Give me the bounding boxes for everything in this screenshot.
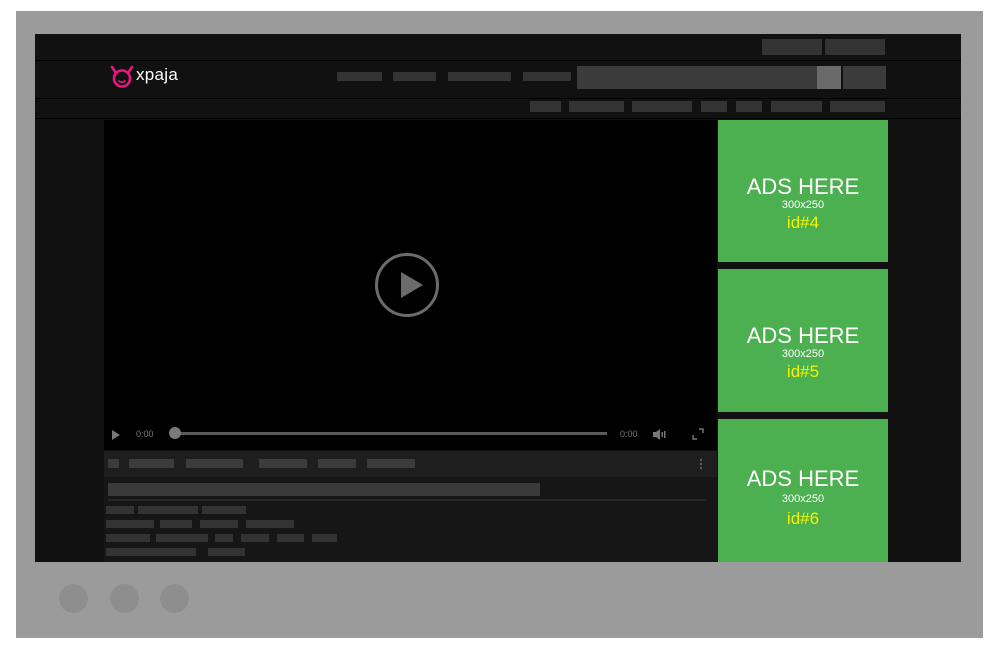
meta-tag[interactable] [138, 506, 198, 514]
meta-tag[interactable] [246, 520, 294, 528]
subnav-item-4[interactable] [701, 101, 727, 112]
nav-item-3[interactable] [448, 72, 511, 81]
subnav-item-6[interactable] [771, 101, 822, 112]
ad-title: ADS HERE [746, 323, 860, 348]
subnav-item-3[interactable] [632, 101, 692, 112]
device-button [110, 584, 139, 613]
ad-id: id#5 [786, 362, 820, 381]
action-item-1[interactable] [108, 459, 119, 468]
action-item-6[interactable] [367, 459, 415, 468]
devil-face-icon [110, 65, 134, 88]
subnav-item-5[interactable] [736, 101, 762, 112]
duration-time: 0:00 [620, 429, 638, 439]
current-time: 0:00 [136, 429, 154, 439]
upload-button[interactable] [843, 66, 886, 89]
small-play-icon[interactable] [111, 430, 121, 440]
meta-tag[interactable] [106, 506, 134, 514]
meta-tag[interactable] [215, 534, 233, 542]
subnav-item-7[interactable] [830, 101, 885, 112]
action-item-2[interactable] [129, 459, 174, 468]
ad-slot-5[interactable]: ADS HERE 300x250 id#5 [718, 269, 888, 412]
meta-tag[interactable] [312, 534, 337, 542]
device-button [59, 584, 88, 613]
info-divider [108, 499, 707, 501]
nav-item-1[interactable] [337, 72, 382, 81]
meta-tag[interactable] [106, 520, 154, 528]
ad-size: 300x250 [781, 199, 825, 211]
site-logo[interactable]: xpaja [109, 64, 199, 90]
more-options-icon[interactable] [699, 458, 703, 470]
nav-item-4[interactable] [523, 72, 571, 81]
search-input[interactable] [577, 66, 818, 89]
meta-tag[interactable] [106, 534, 150, 542]
ad-id: id#6 [786, 509, 820, 528]
ad-size: 300x250 [781, 493, 825, 505]
search-button[interactable] [817, 66, 841, 89]
play-icon [401, 272, 423, 298]
top-link-login[interactable] [762, 39, 822, 55]
device-button [160, 584, 189, 613]
header-divider [35, 60, 961, 61]
play-button[interactable] [375, 253, 439, 317]
meta-tag[interactable] [241, 534, 269, 542]
meta-tag[interactable] [277, 534, 304, 542]
ad-size: 300x250 [781, 348, 825, 360]
meta-tag[interactable] [106, 548, 196, 556]
ad-id: id#4 [786, 213, 820, 232]
fullscreen-icon[interactable] [692, 428, 704, 440]
video-title-placeholder [108, 483, 540, 496]
browser-screen: xpaja 0:00 0:00 ADS HERE 300x250 id#4 AD… [35, 34, 961, 562]
meta-tag[interactable] [160, 520, 192, 528]
subnav-item-1[interactable] [530, 101, 561, 112]
meta-tag[interactable] [208, 548, 245, 556]
meta-tag[interactable] [200, 520, 238, 528]
ad-slot-6[interactable]: ADS HERE 300x250 id#6 [718, 419, 888, 562]
nav-divider [35, 98, 961, 99]
subnav-item-2[interactable] [569, 101, 624, 112]
action-item-5[interactable] [318, 459, 356, 468]
action-item-3[interactable] [186, 459, 243, 468]
top-link-signup[interactable] [825, 39, 885, 55]
logo-text: xpaja [136, 65, 179, 84]
meta-tag[interactable] [156, 534, 208, 542]
ad-title: ADS HERE [746, 174, 860, 199]
action-item-4[interactable] [259, 459, 307, 468]
nav-item-2[interactable] [393, 72, 436, 81]
progress-knob[interactable] [169, 427, 181, 439]
ad-slot-4[interactable]: ADS HERE 300x250 id#4 [718, 120, 888, 262]
ad-title: ADS HERE [746, 466, 860, 491]
subnav-divider [35, 118, 961, 119]
progress-track[interactable] [177, 432, 607, 435]
meta-tag[interactable] [202, 506, 246, 514]
volume-muted-icon[interactable] [653, 429, 666, 440]
